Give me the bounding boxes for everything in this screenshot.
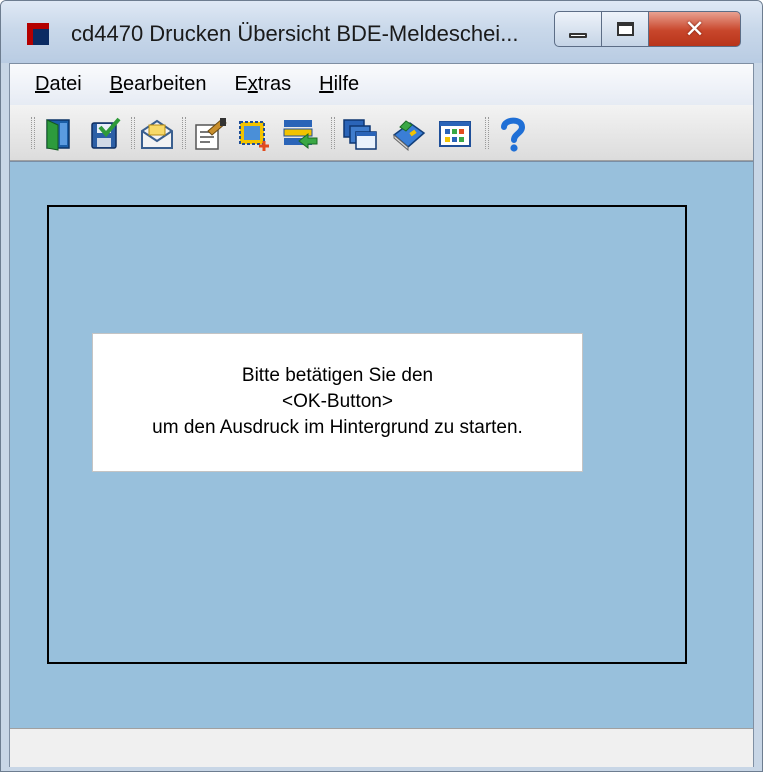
help-question-icon [501,117,526,152]
status-bar [10,728,753,767]
menu-datei-rest: atei [49,73,82,95]
edit-document-icon [195,118,227,150]
close-button[interactable]: ✕ [648,11,741,47]
door-exit-icon [46,119,70,151]
application-window: cd4470 Drucken Übersicht BDE-Meldeschei.… [0,0,763,772]
message-line-2: <OK-Button> [282,391,393,412]
message-line-1: Bitte betätigen Sie den [241,365,434,386]
maximize-button[interactable] [601,11,649,47]
menu-bearbeiten-rest: earbeiten [123,73,207,95]
mail-button[interactable] [138,115,176,153]
menu-hilfe[interactable]: Hilfe [317,73,361,96]
menu-hilfe-rest: ilfe [333,73,360,95]
toolbar-separator [131,117,135,149]
message-box: Bitte betätigen Sie den <OK-Button> um d… [92,333,583,472]
menu-bar: Datei Bearbeiten Extras Hilfe [10,64,753,105]
menu-bearbeiten[interactable]: Bearbeiten [108,73,209,96]
toolbar-separator [331,117,335,149]
app-icon[interactable] [27,23,49,45]
exit-button[interactable] [40,115,78,153]
title-bar[interactable]: cd4470 Drucken Übersicht BDE-Meldeschei.… [1,1,762,63]
menu-extras-accesskey: x [247,73,258,95]
message-line-3: um den Ausdruck im Hintergrund zu starte… [152,417,523,438]
menu-extras[interactable]: Extras [232,73,293,96]
minimize-button[interactable] [554,11,602,47]
close-icon: ✕ [684,15,705,43]
minimize-icon [569,32,587,38]
menu-datei-accesskey: D [35,73,50,95]
client-area: Bitte betätigen Sie den <OK-Button> um d… [10,161,753,728]
envelope-icon [141,119,173,149]
toolbar [10,105,753,161]
list-transfer-button[interactable] [281,115,319,153]
select-button[interactable] [235,115,273,153]
book-button[interactable] [390,115,428,153]
menu-hilfe-accesskey: H [319,73,334,95]
help-button[interactable] [494,115,532,153]
toolbar-separator [182,117,186,149]
windows-stack-icon [343,119,377,150]
save-check-icon [91,117,121,149]
color-grid-button[interactable] [436,115,474,153]
select-add-icon [239,121,269,151]
window-title: cd4470 Drucken Übersicht BDE-Meldeschei.… [71,21,519,46]
maximize-icon [616,22,634,36]
save-button[interactable] [86,115,124,153]
windows-button[interactable] [341,115,379,153]
color-grid-icon [439,121,471,147]
edit-button[interactable] [191,115,229,153]
menu-datei[interactable]: Datei [33,73,84,96]
toolbar-grip[interactable] [31,117,35,149]
list-arrow-icon [283,120,318,150]
toolbar-separator [485,117,489,149]
menu-extras-pre: E [234,73,248,95]
menu-extras-rest: tras [257,73,292,95]
menu-bearbeiten-accesskey: B [109,73,124,95]
content-frame: Datei Bearbeiten Extras Hilfe Bitte betä… [9,63,754,767]
book-tag-icon [392,120,426,151]
